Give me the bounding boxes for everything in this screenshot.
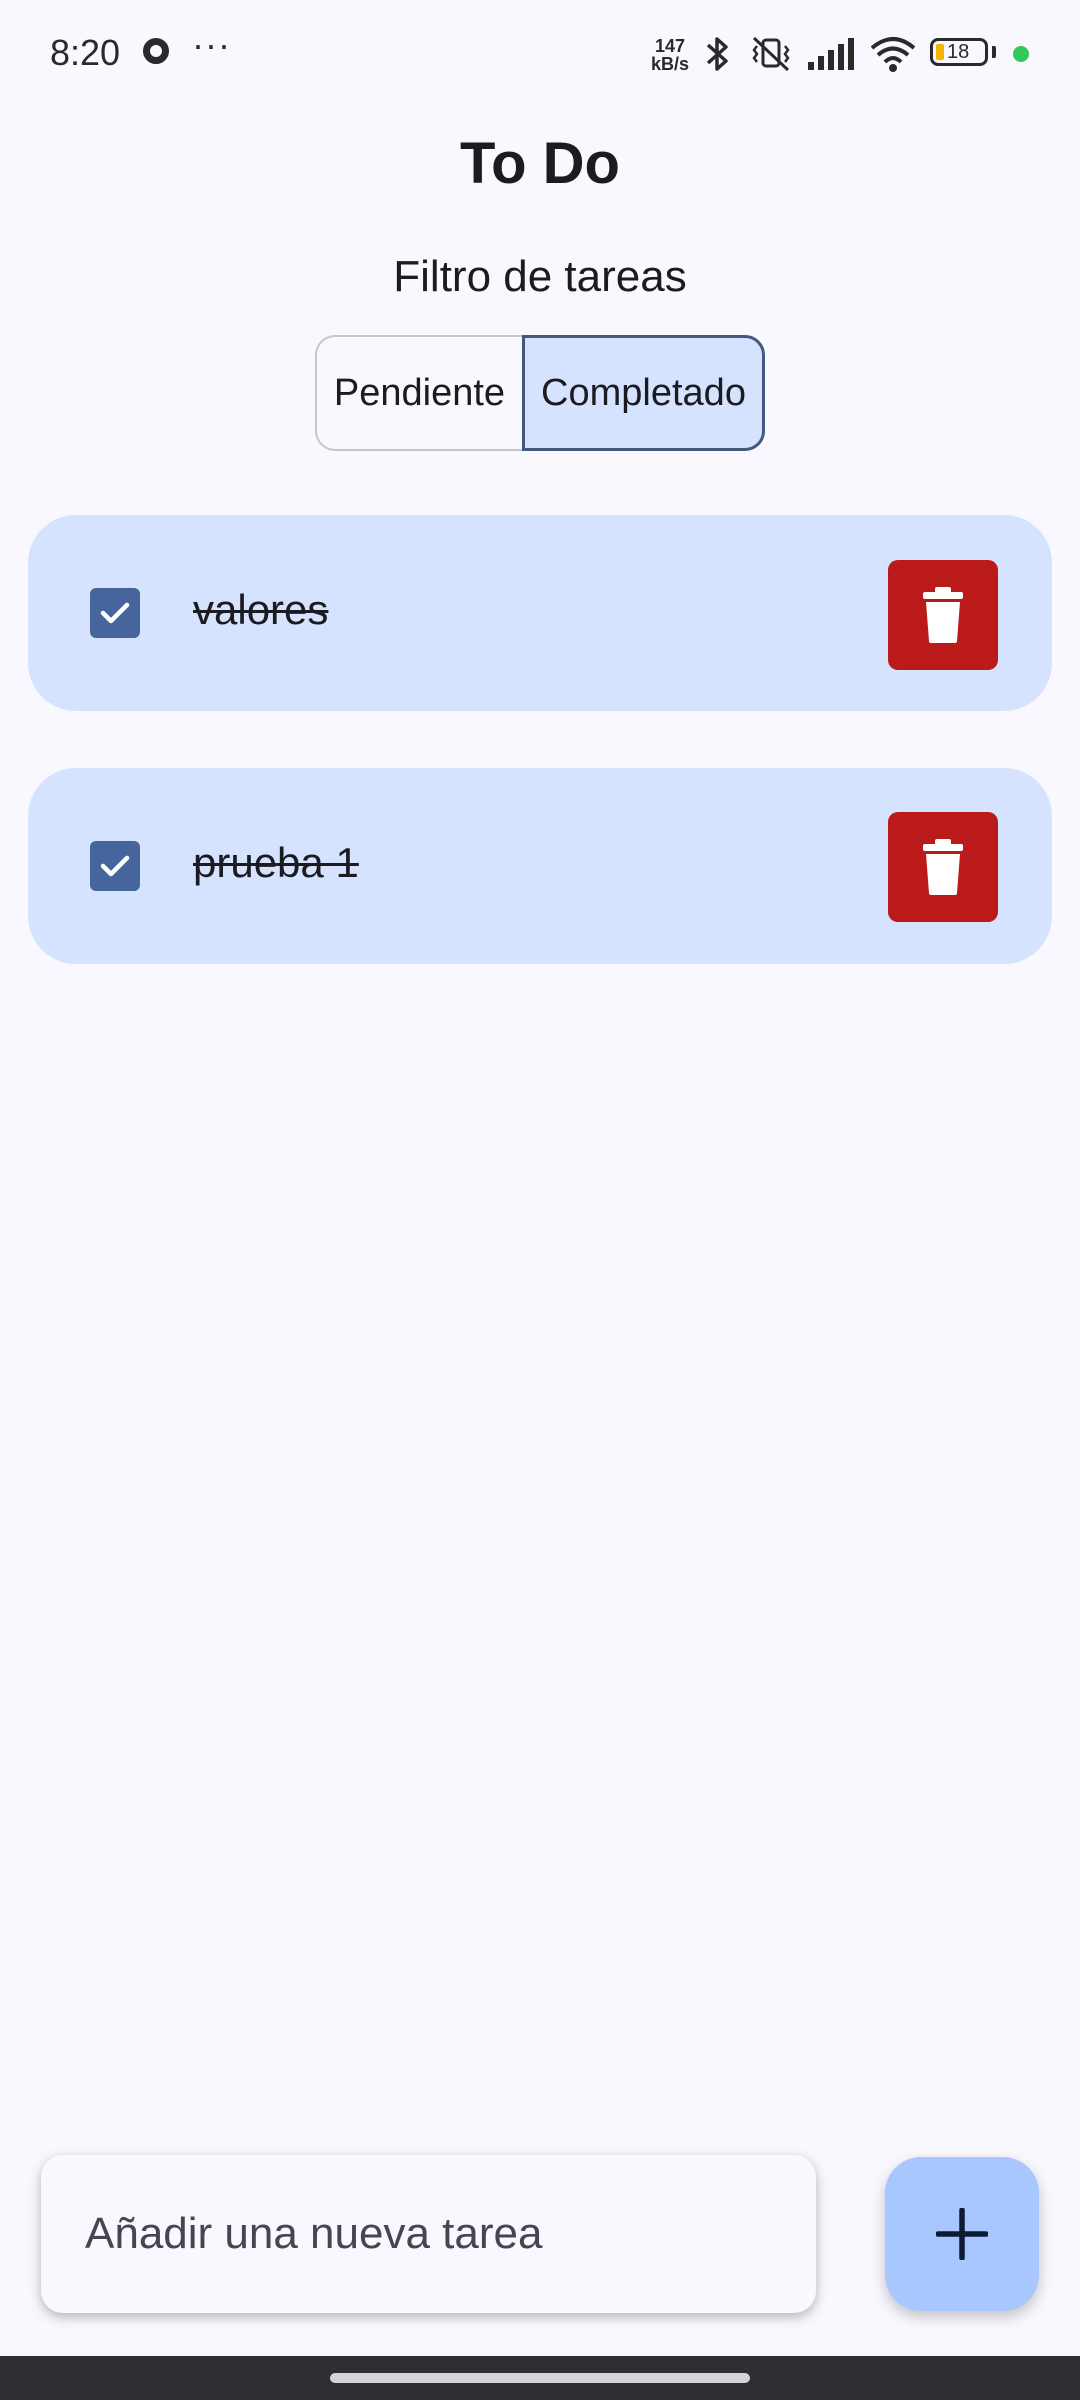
battery-icon: 18 xyxy=(930,38,988,66)
filter-pending-button[interactable]: Pendiente xyxy=(315,335,522,451)
task-text: valores xyxy=(193,586,329,633)
status-bar: 8:20 ··· 147 kB/s 18 xyxy=(0,0,1080,108)
delete-task-button[interactable] xyxy=(888,560,998,670)
trash-icon xyxy=(923,587,963,643)
speed-value: 147 xyxy=(654,36,686,56)
signal-icon xyxy=(808,38,854,70)
delete-task-button[interactable] xyxy=(888,812,998,922)
status-time: 8:20 xyxy=(50,32,121,73)
home-gesture-handle[interactable] xyxy=(330,2373,750,2383)
filter-label: Filtro de tareas xyxy=(393,252,687,301)
wifi-icon xyxy=(870,37,916,72)
speed-unit: kB/s xyxy=(650,54,690,74)
task-text: prueba 1 xyxy=(193,839,359,886)
record-icon xyxy=(143,38,169,64)
new-task-field[interactable] xyxy=(41,2155,816,2313)
task-filter-segmented-control: Pendiente Completado xyxy=(315,335,765,451)
privacy-indicator-dot xyxy=(1013,46,1029,62)
add-task-button[interactable] xyxy=(885,2157,1039,2311)
task-checkbox[interactable] xyxy=(90,588,140,638)
navigation-bar xyxy=(0,2356,1080,2400)
battery-cap xyxy=(992,46,996,58)
plus-icon xyxy=(936,2208,988,2260)
task-card[interactable]: prueba 1 xyxy=(28,768,1052,964)
bluetooth-icon xyxy=(706,37,728,71)
more-dots: ··· xyxy=(192,24,231,65)
new-task-input[interactable] xyxy=(83,2208,787,2260)
page-title: To Do xyxy=(460,131,620,196)
task-checkbox[interactable] xyxy=(90,841,140,891)
trash-icon xyxy=(923,839,963,895)
battery-fill xyxy=(936,44,944,60)
task-card[interactable]: valores xyxy=(28,515,1052,711)
battery-level: 18 xyxy=(947,41,970,63)
vibrate-icon xyxy=(752,36,790,72)
network-speed: 147 kB/s xyxy=(648,37,692,73)
filter-completed-button[interactable]: Completado xyxy=(522,335,765,451)
screen: 8:20 ··· 147 kB/s 18 To Do Filtro de tar… xyxy=(0,0,1080,2400)
check-icon xyxy=(100,855,130,877)
check-icon xyxy=(100,602,130,624)
